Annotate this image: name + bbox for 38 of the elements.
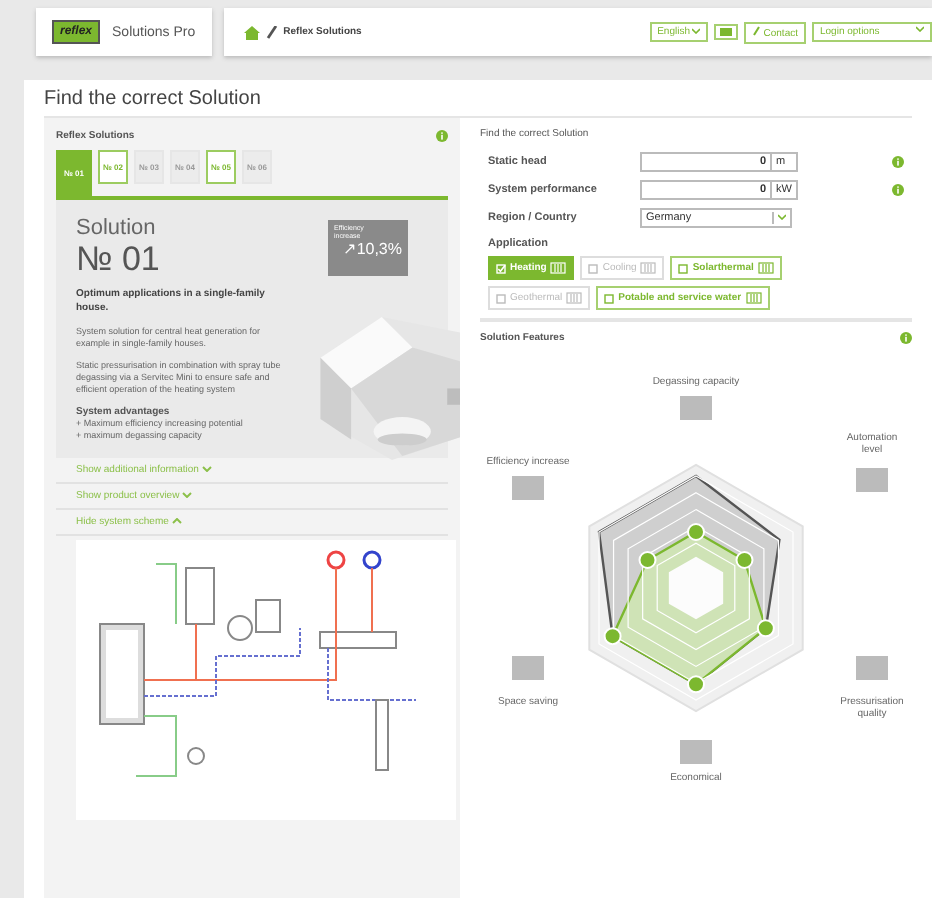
checkbox: [496, 263, 506, 273]
data-point[interactable]: [756, 619, 775, 638]
solution-title: Solution: [76, 216, 158, 240]
checkbox: [588, 263, 599, 273]
chevron-down-icon: [201, 465, 212, 472]
feature-icon: [856, 656, 888, 680]
mail-icon: [720, 28, 733, 36]
application-icon: [640, 262, 657, 274]
solution-number: № 01: [76, 240, 162, 280]
checkbox: [604, 293, 615, 303]
mail-button[interactable]: [714, 24, 739, 40]
info-icon[interactable]: [900, 332, 912, 344]
feature-icon: [512, 656, 544, 680]
checkbox: [678, 263, 689, 273]
data-point[interactable]: [735, 551, 754, 569]
chevron-down-icon: [916, 26, 924, 32]
feature-icon: [680, 740, 712, 764]
badge-value: ↗10,3%: [340, 240, 402, 258]
center-hexagon: [668, 556, 724, 620]
checkbox: [496, 293, 506, 303]
application-icon: [566, 292, 583, 304]
application-icon: [757, 262, 774, 274]
chevron-down-icon: [692, 28, 701, 34]
data-point[interactable]: [603, 627, 622, 646]
info-icon[interactable]: [436, 130, 448, 142]
chevron-down-icon: [182, 491, 193, 498]
feature-icon: [680, 396, 712, 420]
info-icon[interactable]: [892, 156, 904, 168]
chevron-down-icon: [778, 214, 786, 220]
feature-icon: [512, 476, 544, 500]
data-point[interactable]: [638, 551, 657, 569]
info-icon[interactable]: [892, 184, 904, 196]
application-icon: [550, 262, 567, 274]
data-point[interactable]: [687, 523, 705, 541]
application-icon: [745, 292, 762, 304]
feature-icon: [856, 468, 888, 492]
chevron-up-icon: [171, 517, 182, 524]
home-icon[interactable]: [243, 25, 260, 39]
